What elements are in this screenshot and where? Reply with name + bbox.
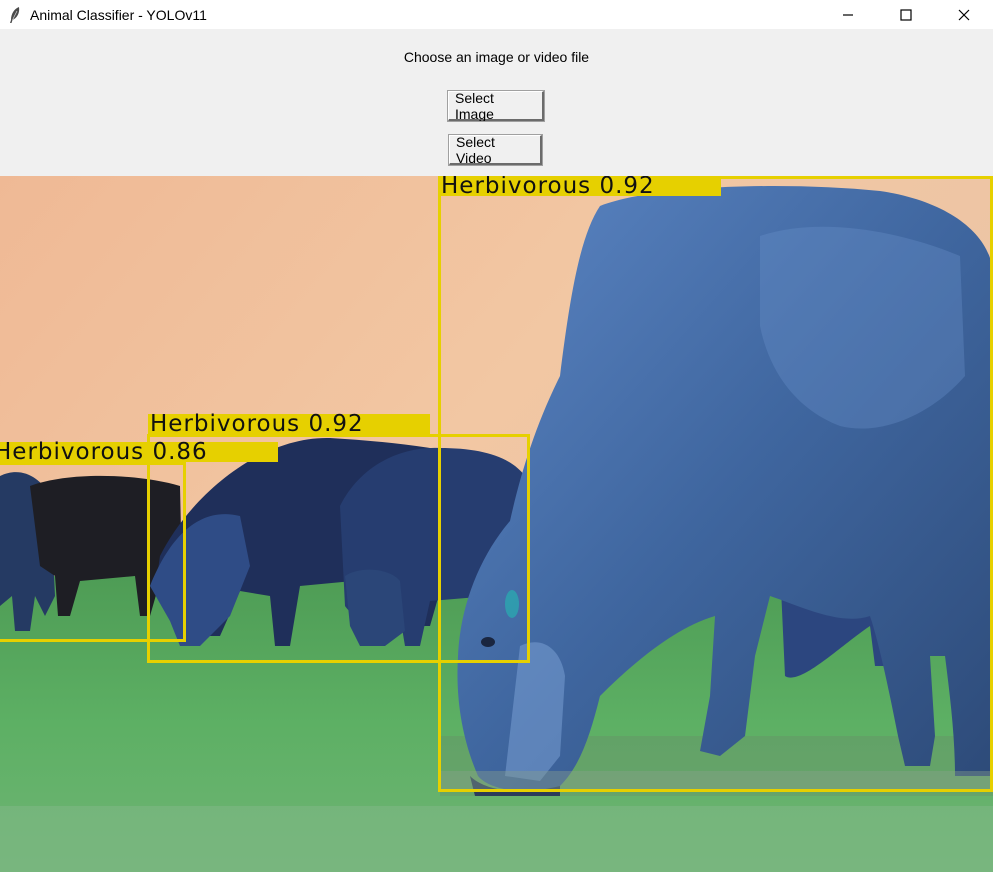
controls-panel: Choose an image or video file Select Ima…: [0, 29, 993, 176]
detection-label-2: Herbivorous 0.92: [148, 413, 430, 436]
close-button[interactable]: [935, 0, 993, 29]
select-video-button[interactable]: Select Video: [448, 134, 543, 166]
maximize-button[interactable]: [877, 0, 935, 29]
window-title: Animal Classifier - YOLOv11: [30, 6, 207, 23]
close-icon: [958, 9, 970, 20]
maximize-icon: [900, 8, 912, 21]
detection-label-3: Herbivorous 0.86: [0, 441, 278, 464]
minimize-icon: [843, 13, 853, 16]
feather-icon: [5, 5, 25, 25]
minimize-button[interactable]: [819, 0, 877, 29]
detection-box-2: [147, 434, 530, 663]
title-bar[interactable]: Animal Classifier - YOLOv11: [0, 0, 993, 29]
detection-box-3: [0, 462, 186, 642]
app-window: Animal Classifier - YOLOv11 Choose an im…: [0, 0, 993, 872]
detection-image: Herbivorous 0.92 Herbivorous 0.92 Herbiv…: [0, 176, 993, 872]
select-image-button[interactable]: Select Image: [447, 90, 545, 122]
prompt-label: Choose an image or video file: [403, 49, 590, 65]
detection-label-1: Herbivorous 0.92: [439, 176, 721, 198]
